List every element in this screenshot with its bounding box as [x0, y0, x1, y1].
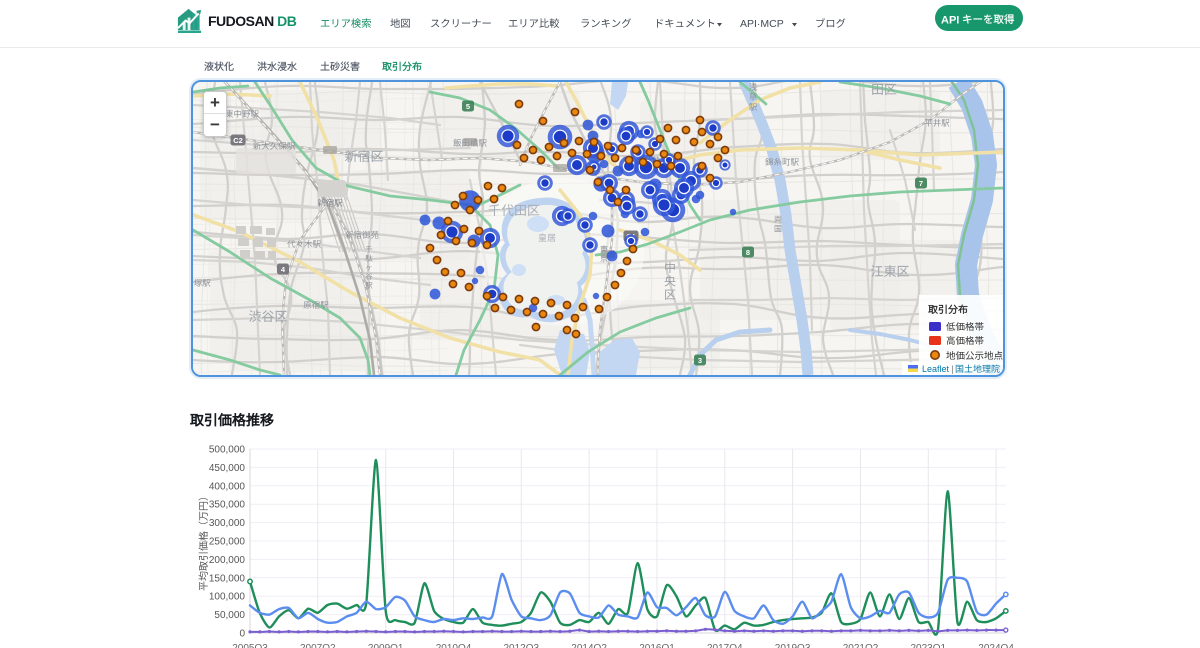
- svg-text:8: 8: [746, 248, 750, 257]
- svg-text:150,000: 150,000: [209, 573, 246, 584]
- svg-text:500,000: 500,000: [209, 445, 246, 456]
- svg-text:300,000: 300,000: [209, 518, 246, 529]
- svg-text:2023Q1: 2023Q1: [911, 643, 947, 648]
- svg-text:2024Q4: 2024Q4: [978, 643, 1014, 648]
- svg-text:50,000: 50,000: [214, 610, 245, 621]
- svg-text:C2: C2: [233, 136, 243, 145]
- svg-text:2009Q1: 2009Q1: [368, 643, 404, 648]
- svg-text:3: 3: [698, 356, 702, 365]
- svg-text:350,000: 350,000: [209, 500, 246, 511]
- svg-text:2021Q2: 2021Q2: [843, 643, 879, 648]
- svg-text:400,000: 400,000: [209, 481, 246, 492]
- svg-text:200,000: 200,000: [209, 555, 246, 566]
- svg-text:2005Q3: 2005Q3: [232, 643, 268, 648]
- svg-text:API: API: [941, 15, 959, 27]
- svg-text:2012Q3: 2012Q3: [504, 643, 540, 648]
- svg-text:450,000: 450,000: [209, 463, 246, 474]
- svg-text:|: |: [952, 364, 954, 374]
- svg-text:Leaflet: Leaflet: [922, 364, 950, 374]
- svg-text:5: 5: [466, 102, 470, 111]
- svg-text:2019Q3: 2019Q3: [775, 643, 811, 648]
- svg-text:2017Q4: 2017Q4: [707, 643, 743, 648]
- svg-text:7: 7: [919, 179, 923, 188]
- svg-text:2016Q1: 2016Q1: [639, 643, 675, 648]
- svg-text:2010Q4: 2010Q4: [436, 643, 472, 648]
- svg-text:250,000: 250,000: [209, 537, 246, 548]
- svg-text:2014Q2: 2014Q2: [571, 643, 607, 648]
- svg-text:0: 0: [239, 629, 245, 640]
- svg-text:100,000: 100,000: [209, 592, 246, 603]
- svg-text:2007Q2: 2007Q2: [300, 643, 336, 648]
